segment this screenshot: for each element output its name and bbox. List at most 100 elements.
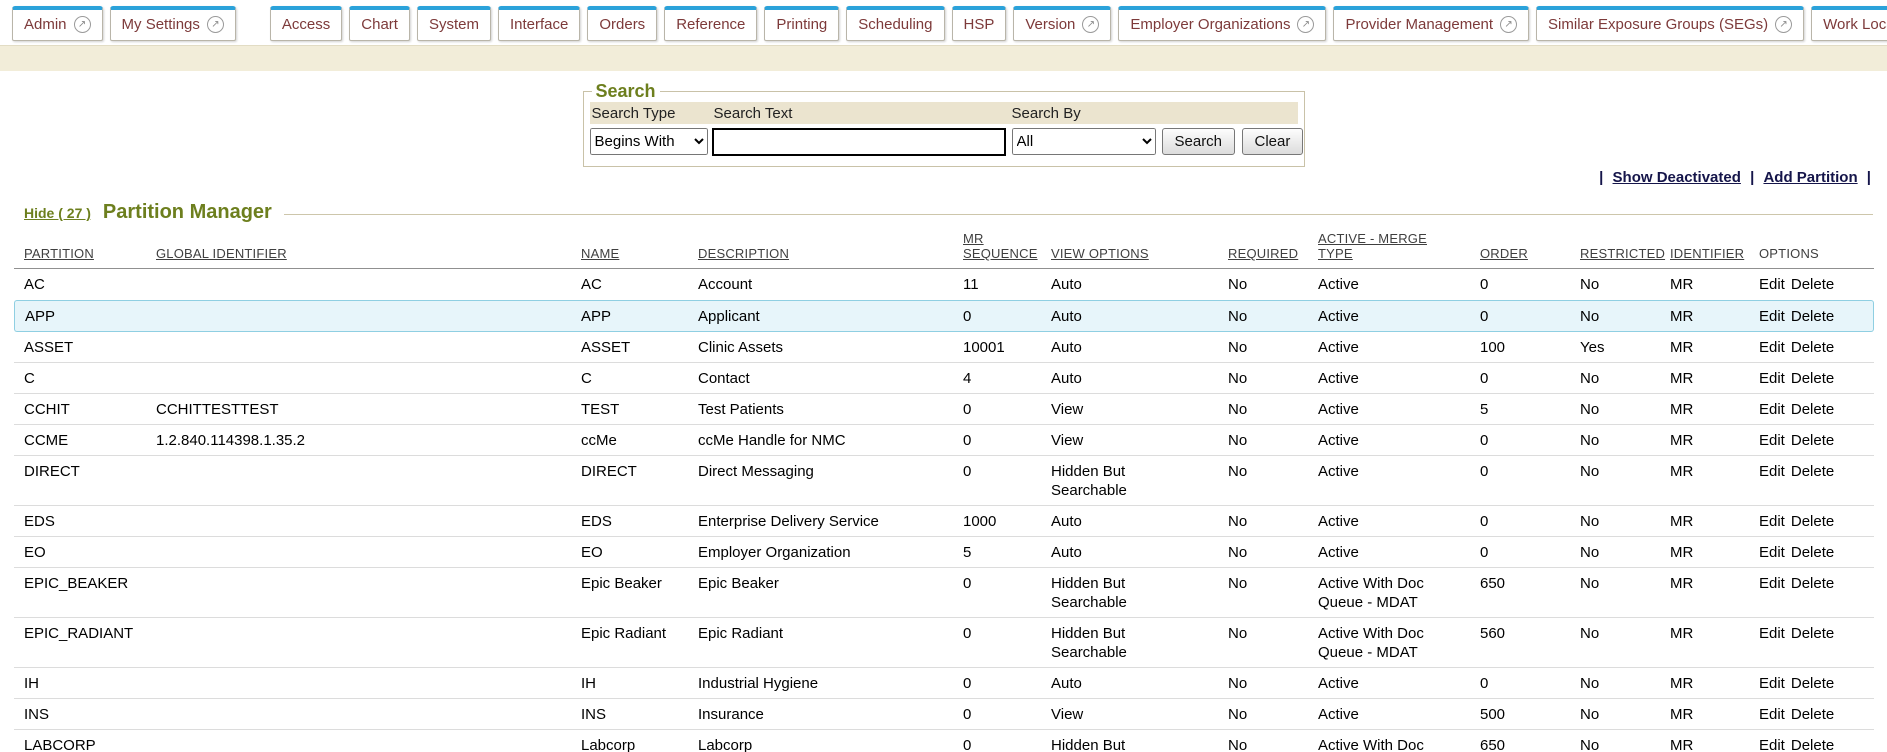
edit-link[interactable]: Edit	[1759, 675, 1785, 692]
cell-identifier: MR	[1660, 699, 1749, 730]
table-row-asset[interactable]: ASSETASSETClinic Assets10001AutoNoActive…	[14, 332, 1874, 363]
popout-icon[interactable]: ↗	[1297, 16, 1314, 33]
nav-tab-access[interactable]: Access	[270, 6, 342, 41]
nav-tab-reference[interactable]: Reference	[664, 6, 757, 41]
nav-tab-scheduling[interactable]: Scheduling	[846, 6, 944, 41]
search-by-select[interactable]: All	[1012, 128, 1156, 155]
search-type-select[interactable]: Begins With	[590, 128, 708, 155]
edit-link[interactable]: Edit	[1759, 737, 1785, 752]
delete-link[interactable]: Delete	[1791, 675, 1834, 692]
cell-global-identifier	[146, 300, 571, 332]
table-row-app[interactable]: APPAPPApplicant0AutoNoActive0NoMREditDel…	[14, 300, 1874, 332]
delete-link[interactable]: Delete	[1791, 625, 1834, 642]
edit-link[interactable]: Edit	[1759, 513, 1785, 530]
delete-link[interactable]: Delete	[1791, 308, 1834, 325]
nav-tab-printing[interactable]: Printing	[764, 6, 839, 41]
nav-tab-system[interactable]: System	[417, 6, 491, 41]
edit-link[interactable]: Edit	[1759, 575, 1785, 592]
table-row-ih[interactable]: IHIHIndustrial Hygiene0AutoNoActive0NoMR…	[14, 668, 1874, 699]
nav-tab-version[interactable]: Version↗	[1013, 6, 1111, 41]
hide-link[interactable]: Hide ( 27 )	[24, 205, 91, 221]
column-header-view-options[interactable]: VIEW OPTIONS	[1041, 231, 1218, 269]
delete-link[interactable]: Delete	[1791, 544, 1834, 561]
edit-link[interactable]: Edit	[1759, 276, 1785, 293]
nav-tab-my-settings[interactable]: My Settings↗	[110, 6, 236, 41]
column-header-order[interactable]: ORDER	[1470, 231, 1570, 269]
search-button[interactable]: Search	[1162, 128, 1236, 155]
clear-button[interactable]: Clear	[1242, 128, 1304, 155]
column-header-active-merge-type[interactable]: ACTIVE - MERGE TYPE	[1308, 231, 1470, 269]
delete-link[interactable]: Delete	[1791, 370, 1834, 387]
cell-mr-sequence: 10001	[953, 332, 1041, 363]
nav-tab-orders[interactable]: Orders	[587, 6, 657, 41]
nav-tab-work-locations[interactable]: Work Locations↗	[1811, 6, 1887, 41]
edit-link[interactable]: Edit	[1759, 370, 1785, 387]
column-header-mr-sequence[interactable]: MR SEQUENCE	[953, 231, 1041, 269]
edit-link[interactable]: Edit	[1759, 401, 1785, 418]
edit-link[interactable]: Edit	[1759, 463, 1785, 480]
delete-link[interactable]: Delete	[1791, 432, 1834, 449]
popout-icon[interactable]: ↗	[74, 16, 91, 33]
edit-link[interactable]: Edit	[1759, 544, 1785, 561]
edit-link[interactable]: Edit	[1759, 625, 1785, 642]
nav-tab-chart[interactable]: Chart	[349, 6, 410, 41]
edit-link[interactable]: Edit	[1759, 339, 1785, 356]
search-labels-row: Search Type Search Text Search By	[590, 102, 1298, 124]
cell-mr-sequence: 0	[953, 568, 1041, 618]
popout-icon[interactable]: ↗	[207, 16, 224, 33]
table-row-epic-beaker[interactable]: EPIC_BEAKEREpic BeakerEpic Beaker0Hidden…	[14, 568, 1874, 618]
cell-description: Clinic Assets	[688, 332, 953, 363]
column-header-name[interactable]: NAME	[571, 231, 688, 269]
nav-tab-provider-management[interactable]: Provider Management ↗	[1333, 6, 1529, 41]
delete-link[interactable]: Delete	[1791, 463, 1834, 480]
delete-link[interactable]: Delete	[1791, 737, 1834, 752]
show-deactivated-link[interactable]: Show Deactivated	[1613, 169, 1741, 186]
cell-identifier: MR	[1660, 363, 1749, 394]
add-partition-link[interactable]: Add Partition	[1763, 169, 1857, 186]
cell-required: No	[1218, 730, 1308, 752]
cell-required: No	[1218, 537, 1308, 568]
table-row-eo[interactable]: EOEOEmployer Organization5AutoNoActive0N…	[14, 537, 1874, 568]
column-header-identifier[interactable]: IDENTIFIER	[1660, 231, 1749, 269]
nav-tab-similar-exposure-groups-segs[interactable]: Similar Exposure Groups (SEGs)↗	[1536, 6, 1804, 41]
cell-name: AC	[571, 269, 688, 300]
popout-icon[interactable]: ↗	[1500, 16, 1517, 33]
nav-tab-employer-organizations[interactable]: Employer Organizations ↗	[1118, 6, 1326, 41]
cell-view-options: View	[1041, 425, 1218, 456]
table-row-eds[interactable]: EDSEDSEnterprise Delivery Service1000Aut…	[14, 506, 1874, 537]
cell-restricted: Yes	[1570, 332, 1660, 363]
column-header-restricted[interactable]: RESTRICTED	[1570, 231, 1660, 269]
column-header-required[interactable]: REQUIRED	[1218, 231, 1308, 269]
cell-identifier: MR	[1660, 506, 1749, 537]
delete-link[interactable]: Delete	[1791, 706, 1834, 723]
column-header-global-identifier[interactable]: GLOBAL IDENTIFIER	[146, 231, 571, 269]
delete-link[interactable]: Delete	[1791, 276, 1834, 293]
table-row-labcorp[interactable]: LABCORPLabcorpLabcorp0Hidden But Searcha…	[14, 730, 1874, 752]
edit-link[interactable]: Edit	[1759, 706, 1785, 723]
nav-tab-hsp[interactable]: HSP	[952, 6, 1007, 41]
nav-tab-label: Access	[282, 16, 330, 33]
table-row-ins[interactable]: INSINSInsurance0ViewNoActive500NoMREditD…	[14, 699, 1874, 730]
table-row-c[interactable]: CCContact4AutoNoActive0NoMREditDelete	[14, 363, 1874, 394]
edit-link[interactable]: Edit	[1759, 308, 1785, 325]
delete-link[interactable]: Delete	[1791, 401, 1834, 418]
search-text-input[interactable]	[712, 128, 1006, 156]
table-row-ccme[interactable]: CCME1.2.840.114398.1.35.2ccMeccMe Handle…	[14, 425, 1874, 456]
edit-link[interactable]: Edit	[1759, 432, 1785, 449]
delete-link[interactable]: Delete	[1791, 575, 1834, 592]
popout-icon[interactable]: ↗	[1775, 16, 1792, 33]
nav-tab-admin[interactable]: Admin↗	[12, 6, 103, 41]
nav-tab-interface[interactable]: Interface	[498, 6, 580, 41]
nav-tab-label: Provider Management	[1345, 16, 1493, 33]
delete-link[interactable]: Delete	[1791, 513, 1834, 530]
cell-identifier: MR	[1660, 425, 1749, 456]
nav-tab-label: Employer Organizations	[1130, 16, 1290, 33]
table-row-ac[interactable]: ACACAccount11AutoNoActive0NoMREditDelete	[14, 269, 1874, 300]
table-row-epic-radiant[interactable]: EPIC_RADIANTEpic RadiantEpic Radiant0Hid…	[14, 618, 1874, 668]
table-row-direct[interactable]: DIRECTDIRECTDirect Messaging0Hidden But …	[14, 456, 1874, 506]
popout-icon[interactable]: ↗	[1082, 16, 1099, 33]
column-header-partition[interactable]: PARTITION	[14, 231, 146, 269]
delete-link[interactable]: Delete	[1791, 339, 1834, 356]
column-header-description[interactable]: DESCRIPTION	[688, 231, 953, 269]
table-row-cchit[interactable]: CCHITCCHITTESTTESTTESTTest Patients0View…	[14, 394, 1874, 425]
